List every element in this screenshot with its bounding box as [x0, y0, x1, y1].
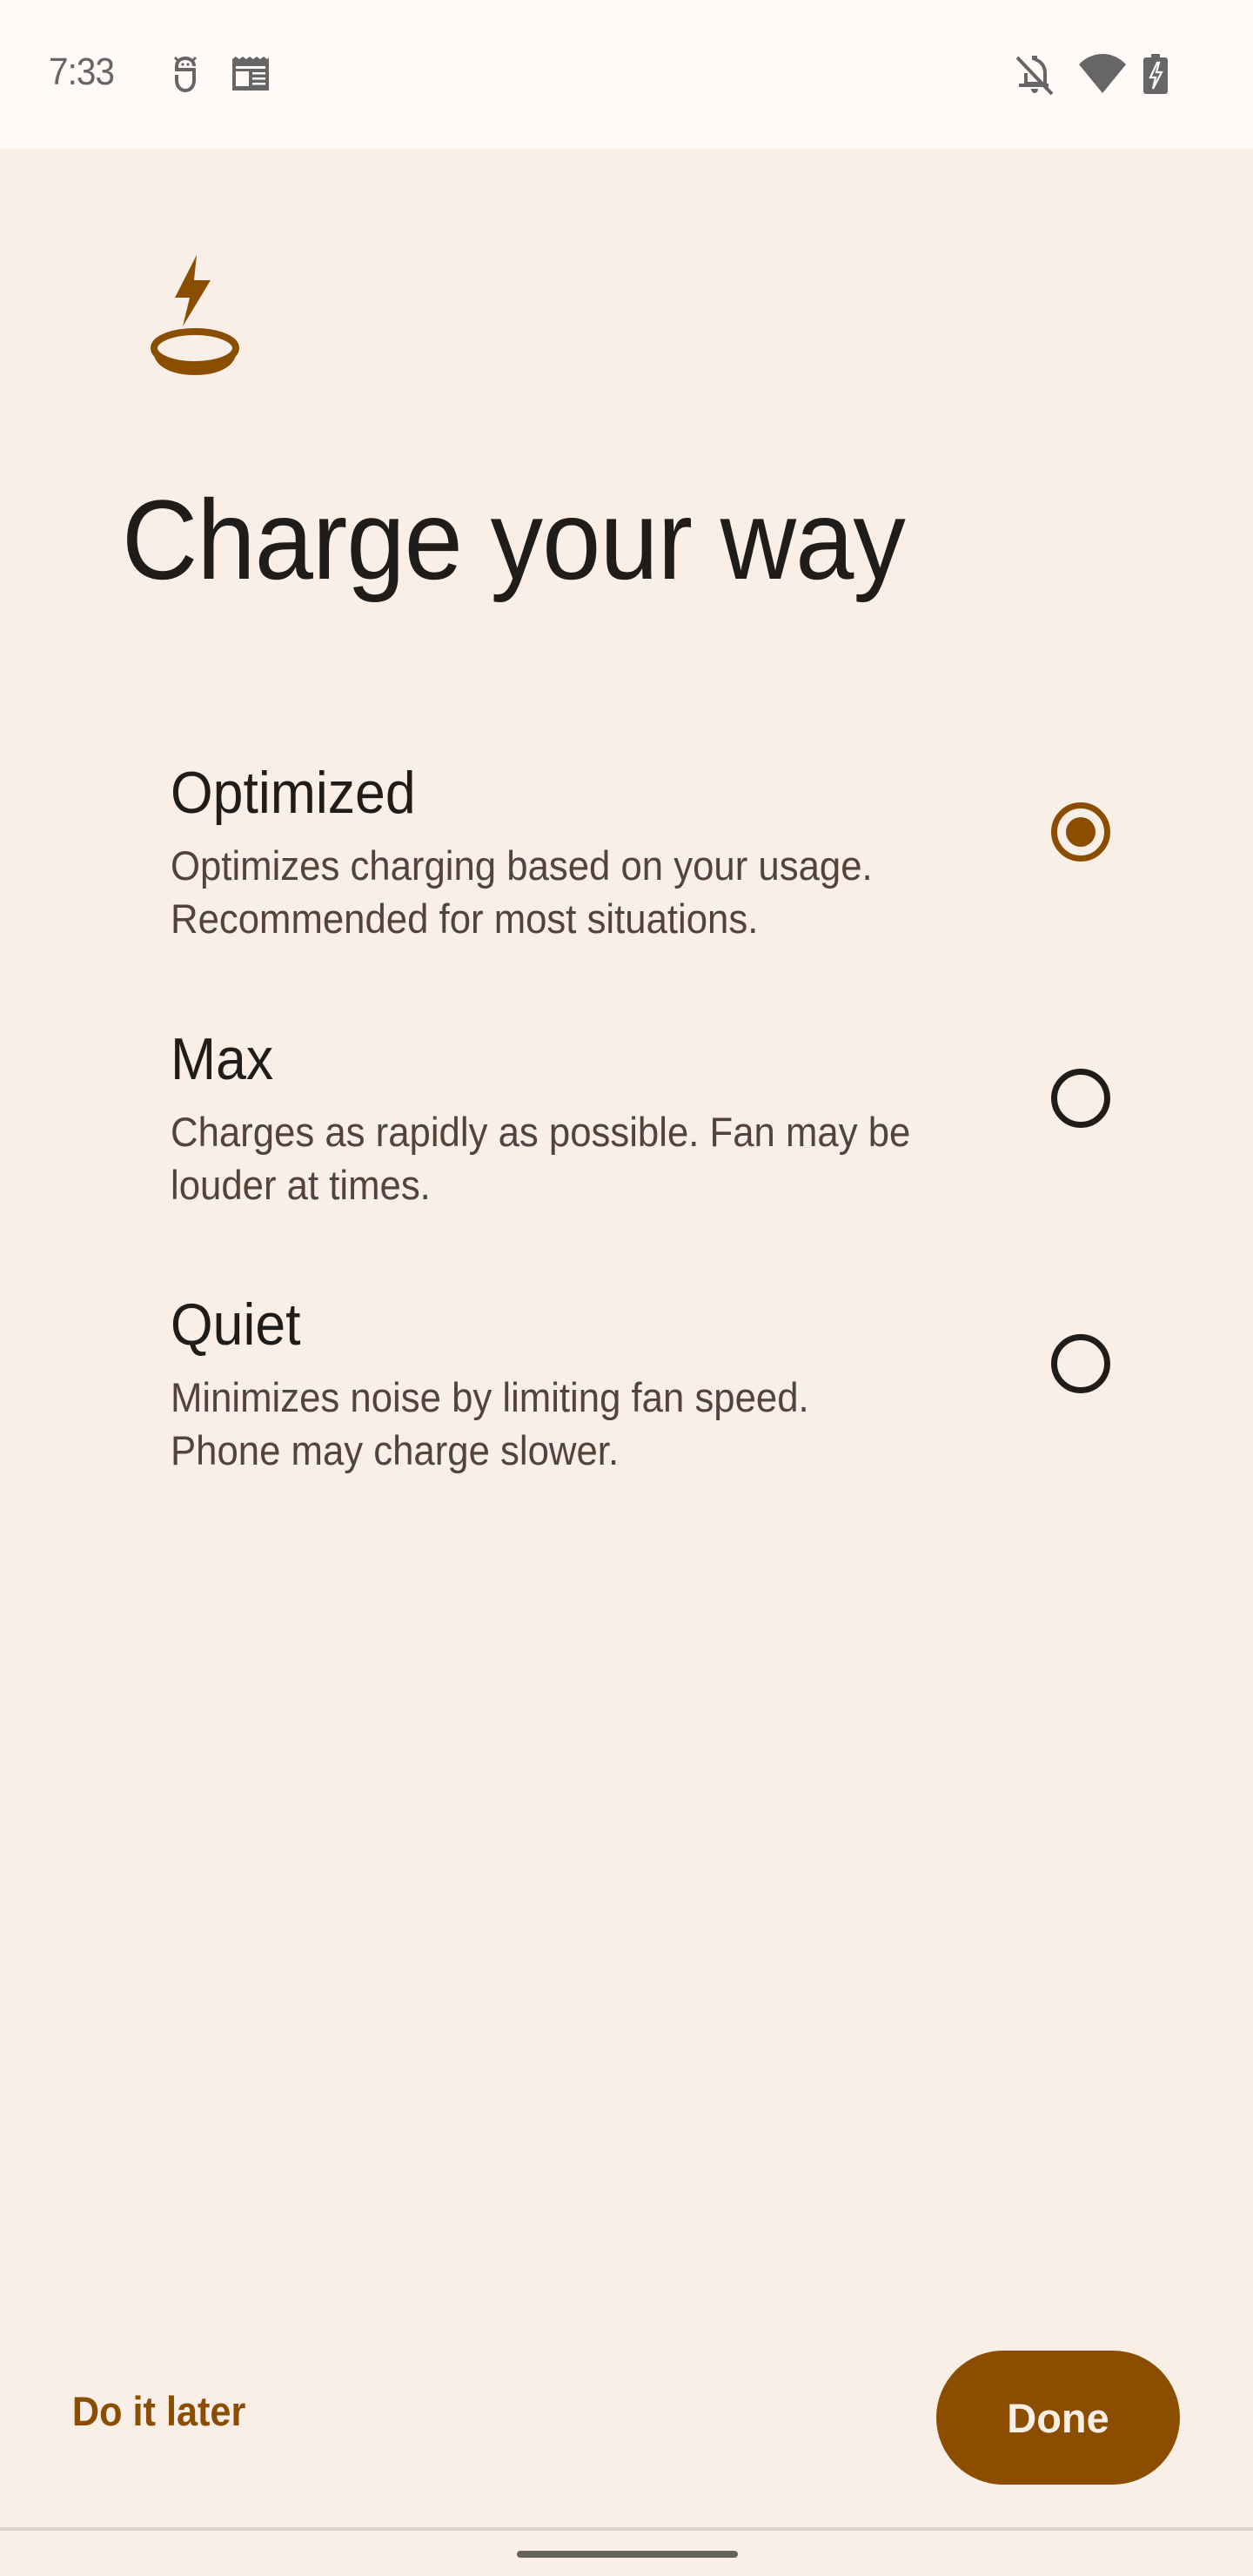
battery-charging-icon — [1143, 54, 1168, 94]
nav-divider — [0, 2527, 1253, 2531]
option-description: Charges as rapidly as possible. Fan may … — [171, 1109, 911, 1208]
option-optimized[interactable]: Optimized Optimizes charging based on yo… — [171, 759, 1171, 959]
page-title: Charge your way — [122, 476, 906, 603]
radio-optimized[interactable] — [1051, 802, 1110, 862]
radio-selected-dot — [1066, 817, 1096, 847]
gesture-nav-handle[interactable] — [517, 2551, 738, 2558]
option-title: Quiet — [171, 1291, 301, 1358]
status-time: 7:33 — [49, 50, 115, 93]
option-quiet[interactable]: Quiet Minimizes noise by limiting fan sp… — [171, 1291, 1171, 1491]
wireless-charging-icon — [151, 255, 239, 376]
option-description: Minimizes noise by limiting fan speed. P… — [171, 1374, 809, 1473]
option-description: Optimizes charging based on your usage. … — [171, 842, 873, 942]
done-button[interactable]: Done — [936, 2351, 1180, 2485]
do-it-later-button[interactable]: Do it later — [61, 2380, 257, 2442]
wifi-icon — [1079, 54, 1126, 93]
option-max[interactable]: Max Charges as rapidly as possible. Fan … — [171, 1025, 1171, 1225]
sim-toolkit-icon — [173, 56, 198, 93]
option-title: Max — [171, 1026, 274, 1092]
notifications-off-icon — [1015, 56, 1054, 96]
radio-quiet[interactable] — [1051, 1334, 1110, 1393]
radio-max[interactable] — [1051, 1069, 1110, 1128]
option-title: Optimized — [171, 760, 416, 826]
status-bar: 7:33 — [0, 0, 1253, 149]
news-icon — [232, 57, 269, 91]
